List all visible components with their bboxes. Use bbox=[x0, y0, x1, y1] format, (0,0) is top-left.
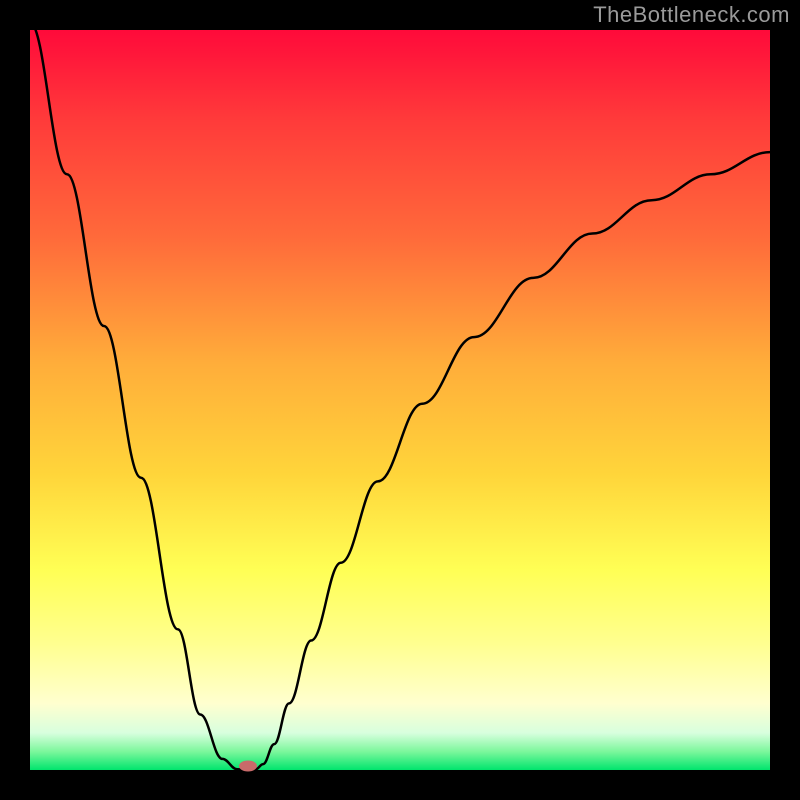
chart-container: TheBottleneck.com bbox=[0, 0, 800, 800]
bottleneck-curve bbox=[30, 30, 770, 770]
curve-svg bbox=[30, 30, 770, 770]
optimum-marker bbox=[239, 761, 257, 772]
watermark-text: TheBottleneck.com bbox=[593, 2, 790, 28]
plot-area bbox=[30, 30, 770, 770]
